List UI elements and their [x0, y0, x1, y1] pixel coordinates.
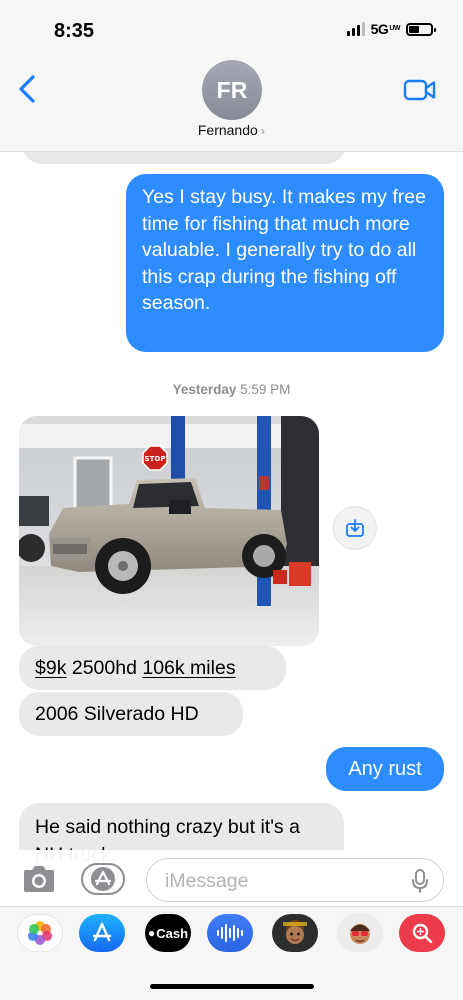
- contact-avatar[interactable]: FR: [202, 60, 262, 120]
- received-message-bubble[interactable]: $9k 2500hd 106k miles: [19, 646, 286, 690]
- message-input[interactable]: iMessage: [146, 858, 444, 902]
- message-timestamp: Yesterday 5:59 PM: [172, 382, 291, 397]
- image-search-icon[interactable]: [399, 914, 445, 952]
- battery-icon: [406, 22, 436, 36]
- camera-icon[interactable]: [20, 863, 58, 895]
- home-indicator[interactable]: [150, 984, 314, 989]
- audio-message-icon[interactable]: [207, 914, 253, 952]
- memoji-stickers-icon[interactable]: [272, 914, 318, 952]
- apple-cash-icon[interactable]: ● Cash: [145, 914, 191, 952]
- animoji-icon[interactable]: [337, 914, 383, 952]
- contact-name-button[interactable]: Fernando ›: [0, 122, 463, 138]
- status-indicators: 5GUW: [346, 21, 436, 37]
- message-input-placeholder: iMessage: [165, 870, 249, 892]
- back-chevron-icon[interactable]: [16, 74, 40, 104]
- microphone-icon[interactable]: [411, 868, 429, 894]
- stop-sign-text: STOP: [145, 455, 166, 463]
- received-message-bubble[interactable]: 2006 Silverado HD: [19, 692, 243, 736]
- download-icon: [346, 519, 364, 537]
- app-store-apps-icon[interactable]: [80, 862, 126, 896]
- price-link[interactable]: $9k: [35, 657, 66, 679]
- network-label: 5GUW: [370, 21, 401, 37]
- miles-link[interactable]: 106k miles: [142, 657, 235, 679]
- video-call-icon[interactable]: [403, 78, 437, 102]
- sent-message-bubble[interactable]: Yes I stay busy. It makes my free time f…: [126, 174, 444, 352]
- photos-app-icon[interactable]: [17, 914, 63, 952]
- chevron-right-icon: ›: [260, 123, 266, 138]
- truck-photo-attachment[interactable]: STOP: [19, 416, 319, 646]
- contact-name: Fernando: [197, 122, 258, 138]
- conversation-header: 8:35 5GUW FR Fernando ›: [0, 0, 463, 152]
- app-store-icon[interactable]: [79, 914, 125, 952]
- apple-logo-icon: ●: [147, 926, 156, 940]
- save-photo-button[interactable]: [333, 506, 377, 550]
- truck-photo: STOP: [19, 416, 319, 646]
- status-time: 8:35: [54, 20, 95, 42]
- cellular-signal-icon: [346, 22, 365, 36]
- sent-message-bubble[interactable]: Any rust: [326, 747, 444, 791]
